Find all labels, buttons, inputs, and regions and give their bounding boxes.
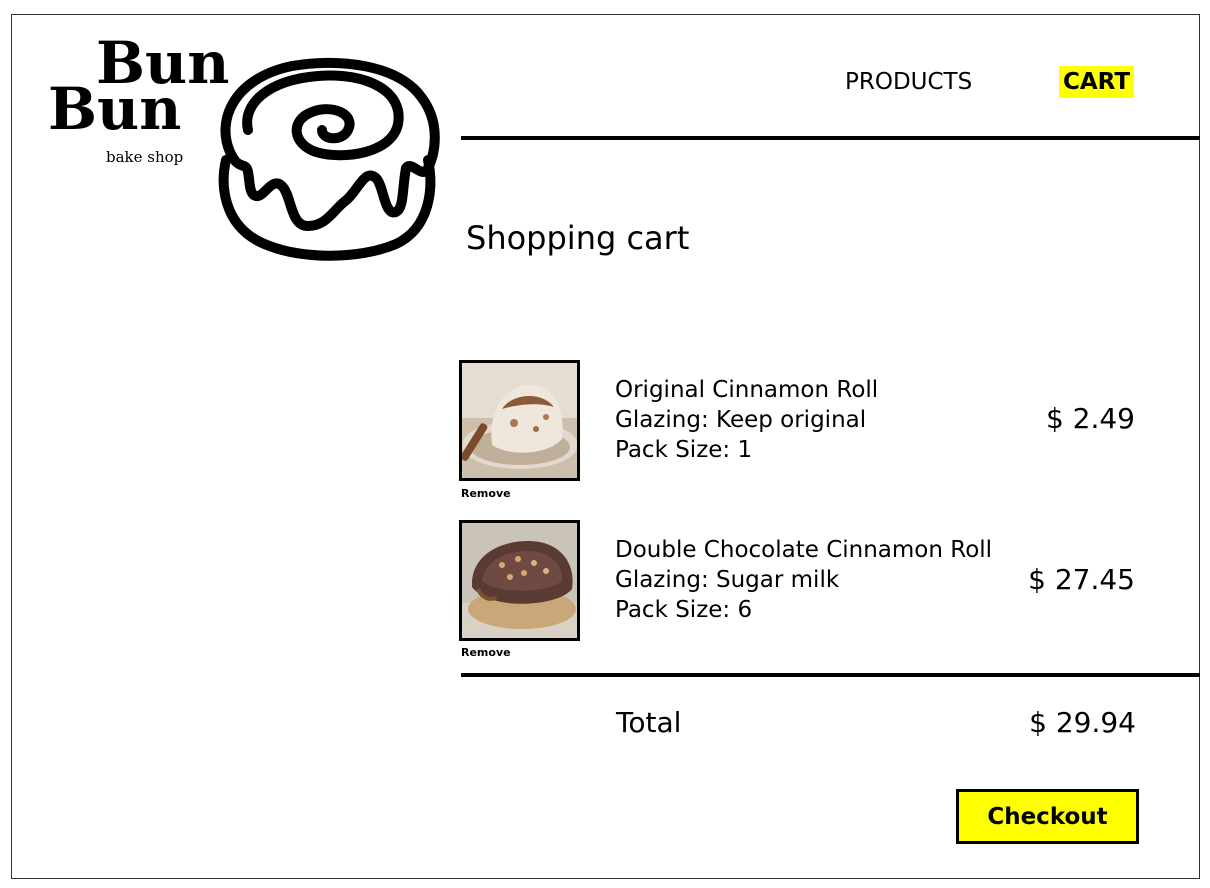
logo-tagline: bake shop [106,148,184,166]
header-divider [461,136,1200,140]
nav-cart[interactable]: CART [1059,66,1135,98]
item-name: Original Cinnamon Roll [615,377,879,403]
total-divider [461,673,1200,677]
total-label: Total [616,706,682,739]
checkout-button[interactable]: Checkout [956,789,1139,844]
nav-products[interactable]: PRODUCTS [845,66,972,98]
double-chocolate-cinnamon-roll-photo [459,520,580,641]
remove-button[interactable]: Remove [461,487,511,500]
item-glazing: Glazing: Keep original [615,407,867,433]
item-price: $ 27.45 [1028,563,1135,596]
item-price: $ 2.49 [1045,402,1135,435]
remove-button[interactable]: Remove [461,646,511,659]
logo-word-2: Bun [48,75,182,143]
item-name: Double Chocolate Cinnamon Roll [615,537,993,563]
page-title: Shopping cart [466,219,690,257]
total-value: $ 29.94 [1029,706,1136,739]
item-pack-size: Pack Size: 1 [615,437,753,463]
cinnamon-roll-icon [218,57,440,261]
item-pack-size: Pack Size: 6 [615,597,753,623]
original-cinnamon-roll-photo [459,360,580,481]
page-frame [11,14,1200,879]
item-glazing: Glazing: Sugar milk [615,567,840,593]
